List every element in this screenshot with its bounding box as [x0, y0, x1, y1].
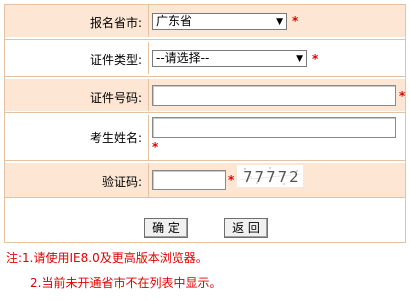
id-number-input[interactable] — [152, 85, 396, 106]
province-row: 报名省市: 广东省 ▼ * — [5, 5, 405, 37]
id-type-select[interactable]: --请选择-- ▼ — [152, 50, 307, 67]
name-label: 考生姓名: — [89, 131, 142, 145]
required-star: * — [228, 173, 235, 187]
required-star: * — [152, 140, 159, 154]
query-form: 报名省市: 广东省 ▼ * 证件类型: --请选择-- ▼ * 证件号码: * — [4, 4, 406, 243]
province-select[interactable]: 广东省 ▼ — [152, 13, 287, 30]
confirm-button[interactable]: 确 定 — [144, 218, 188, 238]
id-number-label: 证件号码: — [89, 91, 142, 105]
id-type-label: 证件类型: — [89, 53, 142, 67]
id-type-row: 证件类型: --请选择-- ▼ * — [5, 42, 405, 74]
chevron-down-icon: ▼ — [296, 54, 303, 64]
required-star: * — [292, 14, 299, 28]
captcha-text: 77772 — [243, 168, 301, 186]
required-star: * — [312, 52, 319, 66]
chevron-down-icon: ▼ — [276, 17, 283, 27]
captcha-image[interactable]: 77772 — [237, 165, 303, 187]
province-select-value: 广东省 — [156, 14, 193, 28]
province-label: 报名省市: — [89, 16, 142, 30]
name-input[interactable] — [152, 117, 396, 138]
id-type-select-value: --请选择-- — [156, 51, 210, 65]
id-number-row: 证件号码: * — [5, 79, 405, 111]
note-line-1: 注:1.请使用IE8.0及更高版本浏览器。 — [6, 251, 208, 265]
name-row: 考生姓名: * — [5, 115, 405, 160]
required-star: * — [399, 89, 406, 103]
note-line-2: 2.当前未开通省市不在列表中显示。 — [30, 276, 222, 290]
captcha-label: 验证码: — [101, 175, 142, 189]
back-button[interactable]: 返 回 — [224, 218, 268, 238]
captcha-row: 验证码: * 77772 — [5, 163, 405, 197]
captcha-input[interactable] — [152, 170, 226, 190]
